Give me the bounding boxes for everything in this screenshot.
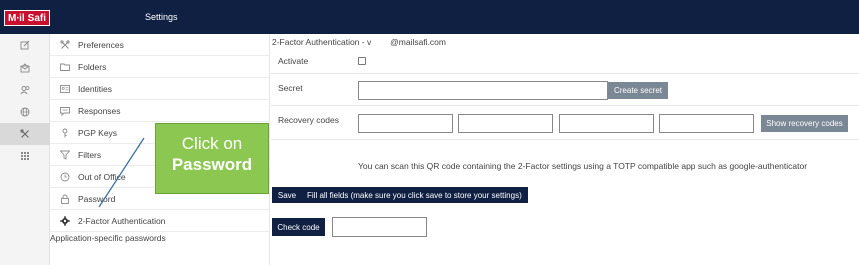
- page-title: Settings: [145, 12, 178, 22]
- menu-label: Identities: [78, 83, 113, 94]
- menu-label: 2-Factor Authentication: [78, 215, 166, 226]
- secret-row: Secret Create secret: [271, 74, 859, 106]
- clock-icon: [58, 170, 72, 184]
- twofa-panel: 2-Factor Authentication - v @mailsafi.co…: [271, 34, 859, 265]
- activate-checkbox[interactable]: [358, 57, 366, 65]
- tools-icon: [58, 38, 72, 52]
- logo-text-safi: Safi: [27, 11, 50, 25]
- menu-item-preferences[interactable]: Preferences: [50, 34, 270, 56]
- recovery-codes-row: Recovery codes Show recovery codes: [271, 106, 859, 140]
- key-icon: [58, 126, 72, 140]
- settings-tools-icon[interactable]: [0, 123, 50, 145]
- menu-label: Password: [78, 193, 116, 204]
- twofa-header: 2-Factor Authentication - v @mailsafi.co…: [272, 37, 446, 47]
- top-bar: M∙il Safi Settings: [0, 0, 859, 34]
- compose-icon[interactable]: [0, 34, 50, 56]
- callout-line1: Click on: [181, 134, 243, 153]
- recovery-code-input-4[interactable]: [659, 114, 754, 133]
- twofa-header-prefix: 2-Factor Authentication - v: [272, 37, 372, 47]
- secret-label: Secret: [278, 83, 303, 93]
- recovery-code-input-2[interactable]: [458, 114, 553, 133]
- check-code-button[interactable]: Check code: [272, 218, 325, 236]
- menu-item-2fa[interactable]: 2-Factor Authentication: [50, 210, 270, 232]
- instruction-callout: Click on Password: [155, 123, 269, 194]
- create-secret-button[interactable]: Create secret: [608, 82, 668, 99]
- show-recovery-codes-button[interactable]: Show recovery codes: [761, 115, 848, 132]
- menu-label: Folders: [78, 61, 107, 72]
- lock-icon: [58, 192, 72, 206]
- recovery-code-input-1[interactable]: [358, 114, 453, 133]
- activate-row: Activate: [271, 48, 859, 74]
- menu-label: PGP Keys: [78, 127, 118, 138]
- menu-item-responses[interactable]: Responses: [50, 100, 270, 122]
- save-tooltip: Fill all fields (make sure you click sav…: [301, 187, 528, 203]
- save-button[interactable]: Save: [272, 187, 302, 203]
- activate-label: Activate: [278, 56, 309, 66]
- menu-label: Preferences: [78, 39, 124, 50]
- secret-input[interactable]: [358, 81, 608, 100]
- id-card-icon: [58, 82, 72, 96]
- menu-item-identities[interactable]: Identities: [50, 78, 270, 100]
- mailsafi-logo[interactable]: M∙il Safi: [4, 10, 51, 26]
- menu-label: Responses: [78, 105, 121, 116]
- callout-line2: Password: [171, 155, 253, 174]
- globe-icon[interactable]: [0, 101, 50, 123]
- logo-text-mail: M∙il: [5, 11, 28, 25]
- redacted-username: [371, 37, 390, 47]
- filter-icon: [58, 148, 72, 162]
- app-icon-bar: [0, 34, 50, 265]
- folder-icon: [58, 60, 72, 74]
- recovery-codes-label: Recovery codes: [278, 115, 339, 125]
- menu-label: Out of Office: [78, 171, 126, 182]
- menu-item-folders[interactable]: Folders: [50, 56, 270, 78]
- check-code-input[interactable]: [332, 217, 427, 237]
- contacts-icon[interactable]: [0, 79, 50, 101]
- menu-label: Filters: [78, 149, 102, 160]
- recovery-code-input-3[interactable]: [559, 114, 654, 133]
- message-icon: [58, 104, 72, 118]
- apps-grid-icon[interactable]: [0, 145, 50, 167]
- menu-item-app-passwords[interactable]: Application-specific passwords: [50, 233, 166, 243]
- qr-code-note: You can scan this QR code containing the…: [358, 161, 808, 171]
- twofa-header-email: @mailsafi.com: [390, 37, 446, 47]
- mail-icon[interactable]: [0, 57, 50, 79]
- gear-icon: [58, 214, 72, 228]
